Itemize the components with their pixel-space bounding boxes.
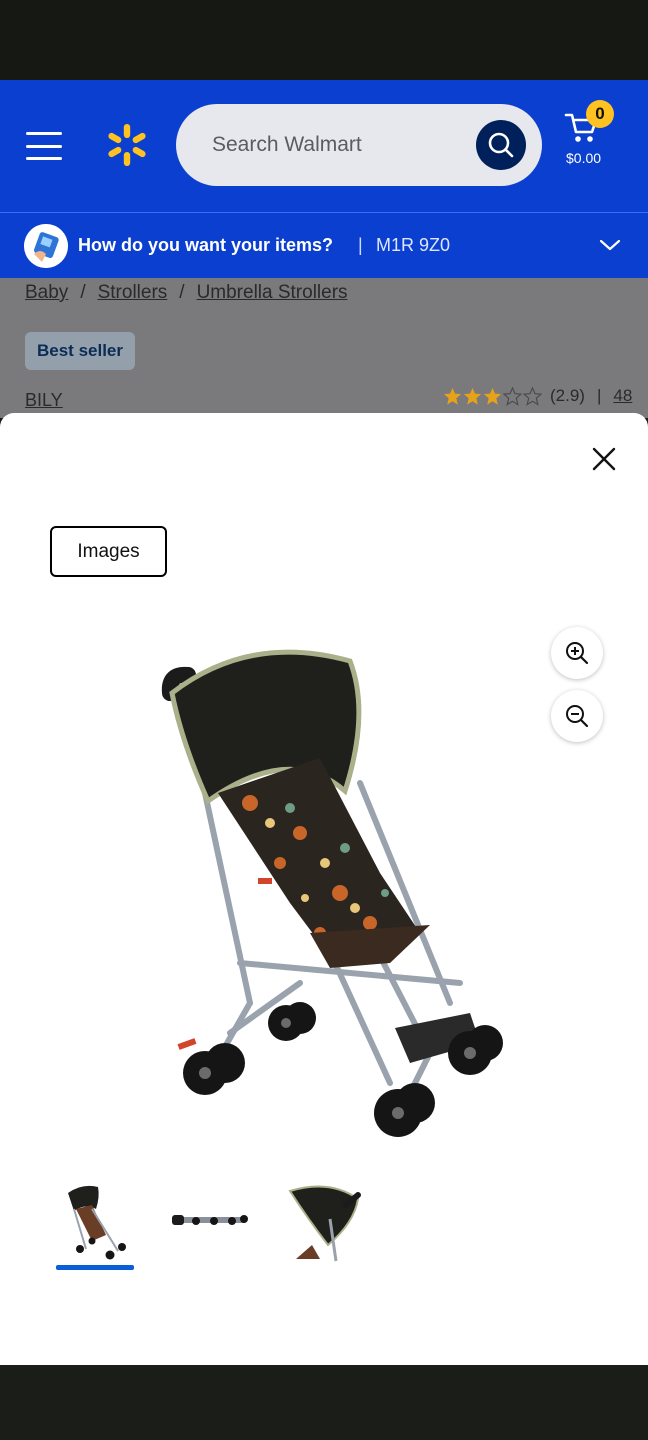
close-icon[interactable]	[586, 441, 622, 477]
product-image-stroller[interactable]	[130, 633, 520, 1153]
zoom-in-icon	[566, 642, 589, 665]
page: 0 $0.00 How do you want your items? | M1…	[0, 0, 648, 1440]
star-full-icon	[483, 387, 502, 405]
rating-value: (2.9)	[550, 386, 585, 405]
selected-thumbnail-indicator	[56, 1265, 134, 1270]
thumbnail-image-3[interactable]	[280, 1179, 370, 1263]
delivery-postal-code: M1R 9Z0	[376, 235, 451, 255]
breadcrumb-separator: /	[179, 282, 185, 303]
thumbnail-image-2[interactable]	[166, 1179, 256, 1263]
thumbnail-strip	[0, 1173, 648, 1273]
header: 0 $0.00	[0, 80, 648, 212]
image-viewer-modal: Images	[0, 413, 648, 1365]
review-count-link[interactable]: 48	[613, 386, 632, 406]
breadcrumb-item-baby[interactable]: Baby	[25, 282, 68, 304]
cart-count-badge: 0	[586, 100, 614, 128]
star-empty-icon	[503, 386, 522, 406]
delivery-bar[interactable]: How do you want your items? | M1R 9Z0	[0, 212, 648, 278]
breadcrumb: Baby / Strollers / Umbrella Strollers	[25, 282, 348, 304]
search-button[interactable]	[476, 120, 526, 170]
search-bar	[176, 104, 542, 186]
menu-icon[interactable]	[26, 132, 62, 160]
rating-separator: |	[596, 386, 602, 405]
breadcrumb-item-strollers[interactable]: Strollers	[98, 282, 168, 304]
best-seller-badge: Best seller	[25, 332, 135, 370]
cart-button[interactable]: 0 $0.00	[562, 100, 622, 170]
navigation-bar	[0, 1365, 648, 1440]
breadcrumb-separator: /	[80, 282, 86, 303]
walmart-spark-icon[interactable]	[104, 122, 150, 168]
star-empty-icon	[523, 386, 542, 406]
status-bar	[0, 0, 648, 80]
star-full-icon	[443, 387, 462, 405]
breadcrumb-item-umbrella-strollers[interactable]: Umbrella Strollers	[197, 282, 348, 304]
zoom-in-button[interactable]	[551, 627, 603, 679]
chevron-down-icon[interactable]	[598, 235, 622, 255]
delivery-icon	[24, 224, 68, 268]
zoom-out-button[interactable]	[551, 690, 603, 742]
star-rating	[443, 386, 542, 406]
rating[interactable]: (2.9) | 48	[443, 386, 632, 406]
delivery-separator: |	[358, 235, 363, 255]
search-icon	[488, 132, 514, 158]
zoom-out-icon	[566, 705, 589, 728]
delivery-question: How do you want your items?	[78, 235, 334, 255]
tab-images[interactable]: Images	[50, 526, 167, 577]
search-input[interactable]	[212, 128, 462, 162]
product-overview-dimmed: Baby / Strollers / Umbrella Strollers Be…	[0, 278, 648, 418]
thumbnail-image-1[interactable]	[52, 1179, 142, 1263]
brand-link[interactable]: BILY	[25, 390, 63, 411]
star-full-icon	[463, 387, 482, 405]
cart-total: $0.00	[566, 150, 602, 166]
